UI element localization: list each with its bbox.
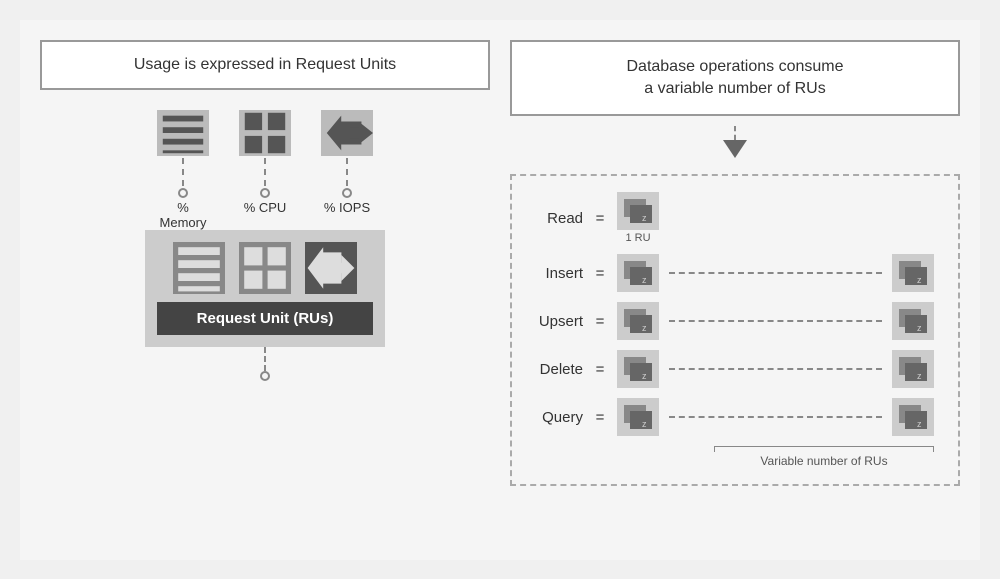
cpu-label: % CPU [239,200,291,230]
insert-icon-start: z [617,254,659,292]
query-label: Query [528,409,583,426]
query-icon-start: z [617,398,659,436]
ops-arrow-down [723,140,747,158]
ru-container: Request Unit (RUs) [145,230,385,347]
query-doc-svg-end: z [897,403,929,431]
svg-text:z: z [917,275,922,285]
right-header-line2: a variable number of RUs [644,80,825,97]
upsert-doc-svg-start: z [622,307,654,335]
svg-text:z: z [917,371,922,381]
ru-label: Request Unit (RUs) [157,302,373,335]
insert-dashes [669,272,882,274]
iops-dashed-line [346,158,348,186]
insert-icon-end: z [892,254,934,292]
delete-doc-svg-start: z [622,355,654,383]
ru-dashed-down [264,347,266,371]
upsert-label: Upsert [528,313,583,330]
cpu-svg [239,107,291,159]
iops-resource-group [321,110,373,198]
cpu-resource-group [239,110,291,198]
op-row-insert: Insert = z z [528,254,934,292]
top-icons-row [157,110,373,198]
operations-area: Read = z 1 RU Insert = [510,174,960,486]
ru-grid-icon [239,242,291,294]
left-panel: Usage is expressed in Request Units [40,40,490,540]
svg-text:z: z [642,213,647,223]
svg-text:z: z [642,419,647,429]
ru-circle-dot [260,371,270,381]
iops-dot [342,188,352,198]
ru-arrow-icon [305,242,357,294]
ru-db-icon [173,242,225,294]
svg-text:z: z [917,323,922,333]
memory-label: % Memory [157,200,209,230]
upsert-dashes [669,320,882,322]
memory-dot [178,188,188,198]
query-equals: = [593,409,607,426]
variable-label: Variable number of RUs [714,454,934,468]
right-header-line1: Database operations consume [626,58,843,75]
right-panel: Database operations consume a variable n… [510,40,960,540]
delete-doc-svg-end: z [897,355,929,383]
cpu-dot [260,188,270,198]
insert-equals: = [593,265,607,282]
op-row-read: Read = z 1 RU [528,192,934,244]
bracket-container: Variable number of RUs [714,446,934,468]
insert-doc-svg-start: z [622,259,654,287]
read-ru-label: 1 RU [625,232,650,244]
query-dashes [669,416,882,418]
svg-text:z: z [642,323,647,333]
iops-svg [321,107,373,159]
memory-dashed-line [182,158,184,186]
read-doc-svg: z [622,197,654,225]
memory-svg [157,107,209,159]
main-container: Usage is expressed in Request Units [20,20,980,560]
resources-area: % Memory % CPU % IOPS [40,110,490,381]
db-icon-svg [173,242,225,294]
cpu-icon [239,110,291,156]
resource-labels-row: % Memory % CPU % IOPS [157,200,373,230]
read-icon: z [617,192,659,230]
arrow-icon-svg [305,242,357,294]
delete-dashes [669,368,882,370]
upsert-equals: = [593,313,607,330]
cpu-dashed-line [264,158,266,186]
iops-icon [321,110,373,156]
memory-resource-group [157,110,209,198]
delete-label: Delete [528,361,583,378]
svg-text:z: z [642,371,647,381]
delete-equals: = [593,361,607,378]
read-icon-wrapper: z 1 RU [617,192,659,244]
variable-ru-section: Variable number of RUs [528,446,934,468]
ops-dashed-line-top [734,126,736,140]
grid-icon-svg [239,242,291,294]
iops-label: % IOPS [321,200,373,230]
query-icon-end: z [892,398,934,436]
op-row-upsert: Upsert = z z [528,302,934,340]
read-label: Read [528,210,583,227]
svg-text:z: z [917,419,922,429]
left-header-text: Usage is expressed in Request Units [134,56,396,73]
ru-inner-icons [173,242,357,294]
insert-doc-svg-end: z [897,259,929,287]
delete-icon-end: z [892,350,934,388]
query-doc-svg-start: z [622,403,654,431]
op-row-delete: Delete = z z [528,350,934,388]
insert-label: Insert [528,265,583,282]
left-header: Usage is expressed in Request Units [40,40,490,90]
upsert-icon-start: z [617,302,659,340]
bracket-line [714,446,934,452]
memory-icon [157,110,209,156]
arrow-to-ops [510,126,960,160]
upsert-doc-svg-end: z [897,307,929,335]
read-equals: = [593,210,607,227]
upsert-icon-end: z [892,302,934,340]
delete-icon-start: z [617,350,659,388]
op-row-query: Query = z z [528,398,934,436]
right-header: Database operations consume a variable n… [510,40,960,117]
svg-text:z: z [642,275,647,285]
